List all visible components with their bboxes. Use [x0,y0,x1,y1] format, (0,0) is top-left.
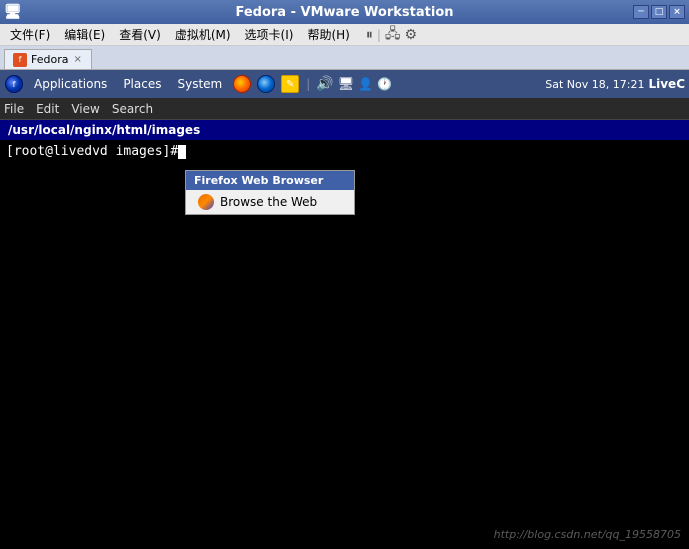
edit-panel-icon[interactable]: ✎ [280,74,300,94]
terminal-cursor [178,145,186,159]
gnome-panel: f Applications Places System ✎ | 🔊 🖥 👤 🕐… [0,70,689,98]
menu-help[interactable]: 帮助(H) [301,25,355,44]
thunderbird-panel-icon[interactable] [256,74,276,94]
location-bar: /usr/local/nginx/html/images [0,120,689,140]
titlebar: 🖥 Fedora - VMware Workstation ─ □ × [0,0,689,24]
location-path: /usr/local/nginx/html/images [8,123,200,137]
titlebar-icon: 🖥 [4,4,22,20]
menu-view[interactable]: 查看(V) [113,25,167,44]
dropdown-header: Firefox Web Browser [186,171,354,190]
term-menu-file[interactable]: File [4,102,24,116]
minimize-button[interactable]: ─ [633,5,649,19]
places-menu[interactable]: Places [117,75,167,93]
panel-sep1: | [306,77,310,91]
tab-fedora-label: Fedora [31,53,68,66]
tab-fedora[interactable]: f Fedora × [4,49,92,69]
menu-tabs[interactable]: 选项卡(I) [239,25,300,44]
watermark-text: http://blog.csdn.net/qq_19558705 [494,528,681,541]
browse-web-item[interactable]: Browse the Web [186,190,354,214]
term-menu-search[interactable]: Search [112,102,153,116]
terminal-prompt: [root@livedvd images]# [6,144,178,159]
firefox-menu-icon [198,194,214,210]
window-controls: ─ □ × [633,5,685,19]
panel-livec: LiveC [648,77,685,91]
term-menu-edit[interactable]: Edit [36,102,59,116]
panel-clock: Sat Nov 18, 17:21 [545,78,644,91]
volume-icon[interactable]: 🔊 [316,76,333,92]
maximize-button[interactable]: □ [651,5,667,19]
pause-icon[interactable]: ⏸ [366,27,373,43]
firefox-panel-icon[interactable] [232,74,252,94]
clock-icon[interactable]: 🕐 [377,77,392,91]
close-button[interactable]: × [669,5,685,19]
tab-close-button[interactable]: × [72,54,82,65]
system-menu[interactable]: System [171,75,228,93]
menubar: 文件(F) 编辑(E) 查看(V) 虚拟机(M) 选项卡(I) 帮助(H) ⏸ … [0,24,689,46]
applications-menu[interactable]: Applications [28,75,113,93]
terminal-area: File Edit View Search /usr/local/nginx/h… [0,98,689,549]
terminal-prompt-line: [root@livedvd images]# [6,144,683,159]
fedora-icon[interactable]: f [4,74,24,94]
dropdown-menu: Firefox Web Browser Browse the Web [185,170,355,215]
screen-icon[interactable]: 🖥 [338,77,355,92]
menu-file[interactable]: 文件(F) [4,25,56,44]
network-icon[interactable]: 🖧 [385,23,401,47]
watermark: http://blog.csdn.net/qq_19558705 [494,528,681,541]
menu-edit[interactable]: 编辑(E) [58,25,111,44]
menu-vm[interactable]: 虚拟机(M) [169,25,237,44]
settings-icon[interactable]: ⚙ [405,27,418,43]
gnome-panel-container: f Applications Places System ✎ | 🔊 🖥 👤 🕐… [0,70,689,98]
tab-fedora-icon: f [13,53,27,67]
user-icon[interactable]: 👤 [358,77,373,91]
term-menu-view[interactable]: View [71,102,99,116]
terminal-toolbar: File Edit View Search [0,98,689,120]
browse-web-label: Browse the Web [220,195,317,209]
toolbar-sep: | [377,28,381,42]
titlebar-title: Fedora - VMware Workstation [235,5,453,20]
tabbar: f Fedora × [0,46,689,70]
